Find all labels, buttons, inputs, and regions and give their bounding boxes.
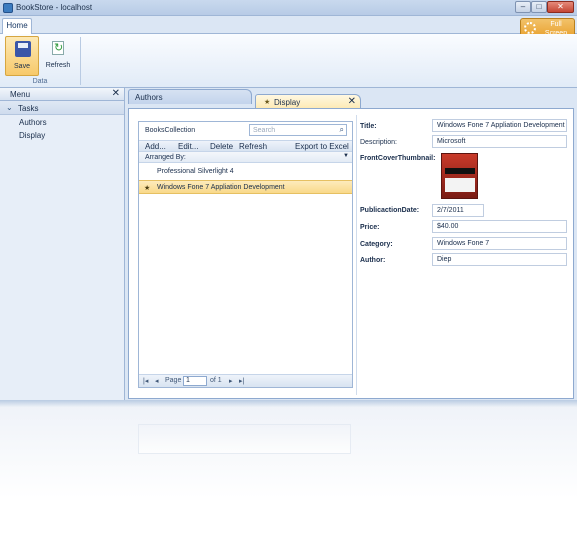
page-number-value: 1 bbox=[186, 377, 190, 384]
tasks-group-label: Tasks bbox=[18, 104, 39, 113]
title-bar: BookStore - localhost – □ ✕ bbox=[0, 0, 577, 16]
window-reflection bbox=[0, 400, 577, 540]
category-field[interactable]: Windows Fone 7 bbox=[432, 237, 567, 250]
menu-header: Menu ✕ bbox=[0, 88, 124, 101]
book-title: Windows Fone 7 Appliation Development bbox=[157, 184, 285, 191]
author-label: Author: bbox=[360, 257, 386, 264]
sidebar-item-label: Authors bbox=[19, 118, 47, 127]
chevron-down-icon: ⌄ bbox=[6, 103, 13, 112]
books-collection-panel: BooksCollection Search ⌕ Add... Edit... … bbox=[138, 121, 353, 388]
save-icon bbox=[15, 41, 31, 57]
publication-date-label: PublicactionDate: bbox=[360, 207, 420, 214]
page-label: Page bbox=[165, 377, 182, 384]
tab-home[interactable]: Home bbox=[2, 18, 32, 34]
books-collection-title: BooksCollection bbox=[145, 127, 196, 134]
description-label: Description: bbox=[360, 139, 397, 146]
full-screen-icon bbox=[524, 22, 536, 34]
list-item-selected[interactable]: ★ Windows Fone 7 Appliation Development bbox=[139, 180, 352, 194]
page-count-label: of 1 bbox=[210, 377, 222, 384]
sidebar-item-authors[interactable]: Authors bbox=[0, 115, 124, 128]
price-value: $40.00 bbox=[437, 223, 459, 230]
title-label: Title: bbox=[360, 123, 377, 130]
description-field[interactable]: Microsoft bbox=[432, 135, 567, 148]
page-number-input[interactable]: 1 bbox=[183, 376, 207, 386]
close-tab-icon[interactable]: ✕ bbox=[348, 96, 356, 107]
add-button[interactable]: Add... bbox=[145, 142, 166, 151]
title-field[interactable]: Windows Fone 7 Appliation Development bbox=[432, 119, 567, 132]
menu-title: Menu bbox=[10, 90, 31, 99]
search-placeholder: Search bbox=[253, 127, 276, 134]
full-screen-label: Full bbox=[550, 21, 562, 28]
sidebar-item-label: Display bbox=[19, 131, 46, 140]
list-item[interactable]: Professional Silverlight 4 bbox=[139, 165, 352, 179]
description-value: Microsoft bbox=[437, 138, 466, 145]
ribbon: Save Refresh Data bbox=[0, 34, 577, 88]
window-title: BookStore - localhost bbox=[16, 3, 93, 12]
next-page-icon[interactable]: ▸ bbox=[229, 377, 233, 385]
tab-display[interactable]: ★ Display ✕ bbox=[255, 94, 361, 109]
arranged-by-bar[interactable]: Arranged By: ▼ bbox=[139, 152, 352, 163]
workspace: Authors ★ Display ✕ BooksCollection Sear… bbox=[125, 88, 577, 400]
refresh-button[interactable]: Refresh bbox=[41, 36, 75, 76]
thumbnail-label: FrontCoverThumbnail: bbox=[360, 155, 436, 162]
search-icon[interactable]: ⌕ bbox=[340, 125, 344, 135]
delete-button[interactable]: Delete bbox=[210, 142, 233, 151]
edit-button[interactable]: Edit... bbox=[178, 142, 198, 151]
navigation-menu: Menu ✕ ⌄ Tasks Authors Display bbox=[0, 88, 125, 400]
arranged-by-label: Arranged By: bbox=[145, 154, 186, 161]
dropdown-arrow-icon[interactable]: ▼ bbox=[343, 153, 349, 159]
save-button[interactable]: Save bbox=[5, 36, 39, 76]
tab-label: Display bbox=[274, 98, 301, 107]
collection-toolbar: Add... Edit... Delete Refresh Export to … bbox=[139, 140, 352, 152]
search-input[interactable]: Search ⌕ bbox=[249, 124, 347, 136]
price-field[interactable]: $40.00 bbox=[432, 220, 567, 233]
refresh-label: Refresh bbox=[45, 62, 71, 69]
category-value: Windows Fone 7 bbox=[437, 240, 490, 247]
close-button[interactable]: ✕ bbox=[547, 1, 574, 13]
last-page-icon[interactable]: ▸| bbox=[239, 377, 244, 385]
refresh-list-button[interactable]: Refresh bbox=[239, 142, 267, 151]
book-title: Professional Silverlight 4 bbox=[157, 168, 234, 175]
tab-authors[interactable]: Authors bbox=[128, 89, 252, 104]
publication-date-value: 2/7/2011 bbox=[437, 207, 464, 214]
refresh-icon bbox=[52, 41, 64, 55]
screen-content: BooksCollection Search ⌕ Add... Edit... … bbox=[128, 108, 574, 399]
first-page-icon[interactable]: |◂ bbox=[143, 377, 148, 385]
sidebar-item-display[interactable]: Display bbox=[0, 128, 124, 141]
app-icon bbox=[3, 3, 13, 13]
ribbon-tab-strip: Home bbox=[0, 16, 577, 34]
price-label: Price: bbox=[360, 224, 380, 231]
menu-close-icon[interactable]: ✕ bbox=[112, 88, 120, 99]
tab-label: Authors bbox=[135, 93, 163, 102]
export-to-excel-button[interactable]: Export to Excel bbox=[295, 142, 349, 151]
minimize-button[interactable]: – bbox=[515, 1, 531, 13]
publication-date-field[interactable]: 2/7/2011 bbox=[432, 204, 484, 217]
pager: |◂ ◂ Page 1 of 1 ▸ ▸| bbox=[139, 374, 352, 387]
save-label: Save bbox=[14, 63, 30, 70]
star-icon: ★ bbox=[144, 185, 151, 192]
tasks-group-header[interactable]: ⌄ Tasks bbox=[0, 101, 124, 115]
maximize-button[interactable]: □ bbox=[531, 1, 547, 13]
star-icon: ★ bbox=[264, 99, 271, 106]
author-field[interactable]: Diep bbox=[432, 253, 567, 266]
title-value: Windows Fone 7 Appliation Development bbox=[437, 122, 565, 129]
ribbon-group-separator bbox=[80, 37, 81, 85]
ribbon-group-label: Data bbox=[32, 78, 48, 85]
pager-reflection bbox=[138, 424, 351, 454]
book-cover-image bbox=[441, 153, 478, 199]
divider bbox=[356, 115, 357, 395]
author-value: Diep bbox=[437, 256, 452, 263]
category-label: Category: bbox=[360, 241, 393, 248]
previous-page-icon[interactable]: ◂ bbox=[155, 377, 159, 385]
